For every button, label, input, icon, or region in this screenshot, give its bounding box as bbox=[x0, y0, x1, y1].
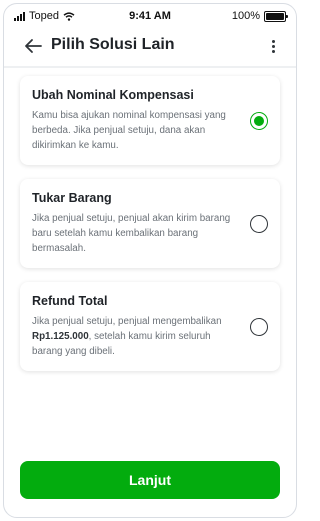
page-title: Pilih Solusi Lain bbox=[51, 36, 175, 53]
status-bar: Toped 9:41 AM 100% bbox=[4, 4, 296, 26]
description-before: Jika penjual setuju, penjual mengembalik… bbox=[32, 316, 222, 327]
app-header: Pilih Solusi Lain bbox=[4, 26, 296, 66]
radio-unselected[interactable] bbox=[250, 317, 268, 336]
arrow-left-icon[interactable] bbox=[22, 35, 44, 57]
option-title: Ubah Nominal Kompensasi bbox=[32, 88, 194, 102]
more-vertical-icon[interactable] bbox=[266, 35, 280, 57]
option-card-ubah-nominal[interactable]: Ubah Nominal Kompensasi Kamu bisa ajukan… bbox=[20, 76, 280, 165]
option-description: Jika penjual setuju, penjual akan kirim … bbox=[32, 213, 231, 254]
radio-unselected[interactable] bbox=[250, 214, 268, 233]
battery-icon bbox=[264, 10, 288, 22]
option-description: Kamu bisa ajukan nominal kompensasi yang… bbox=[32, 110, 226, 151]
lanjut-button[interactable]: Lanjut bbox=[20, 461, 280, 499]
radio-selected[interactable] bbox=[250, 111, 268, 130]
solution-options: Ubah Nominal Kompensasi Kamu bisa ajukan… bbox=[20, 76, 280, 385]
option-description: Jika penjual setuju, penjual mengembalik… bbox=[32, 314, 236, 359]
option-title: Refund Total bbox=[32, 294, 108, 308]
battery-percent: 100% bbox=[231, 10, 260, 22]
option-card-tukar-barang[interactable]: Tukar Barang Jika penjual setuju, penjua… bbox=[20, 179, 280, 268]
option-title: Tukar Barang bbox=[32, 191, 112, 205]
header-divider bbox=[4, 66, 296, 68]
phone-screen: Toped 9:41 AM 100% Pilih Solusi Lain Uba… bbox=[3, 3, 297, 518]
option-card-refund-total[interactable]: Refund Total Jika penjual setuju, penjua… bbox=[20, 282, 280, 371]
status-right: 100% bbox=[231, 10, 288, 22]
refund-amount: Rp1.125.000 bbox=[32, 331, 89, 342]
